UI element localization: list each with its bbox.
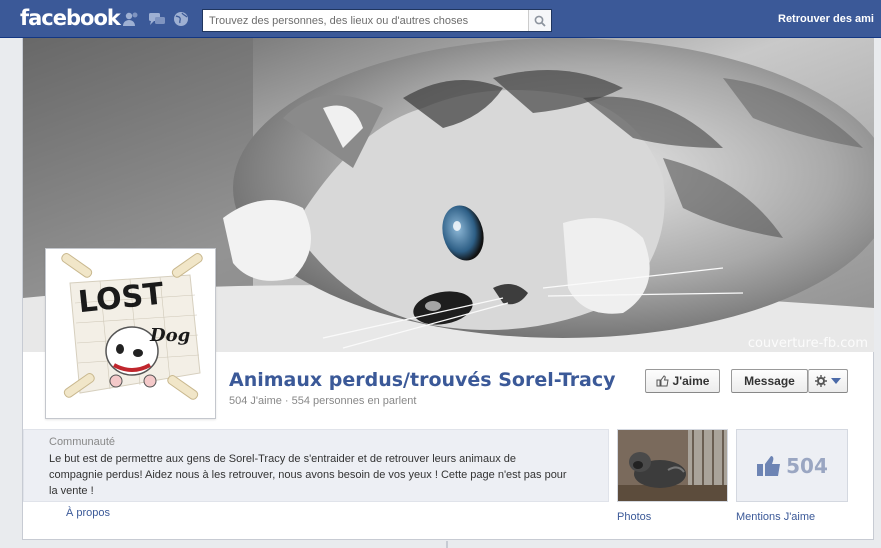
messages-icon[interactable] [148, 11, 166, 27]
likes-tile[interactable]: 504 [736, 429, 848, 502]
facebook-logo[interactable]: facebook [20, 6, 121, 30]
timeline-divider [446, 541, 448, 548]
search-button[interactable] [528, 10, 551, 31]
page-category: Communauté [49, 436, 116, 448]
notifications-globe-icon[interactable] [172, 11, 190, 27]
gear-icon [815, 375, 827, 387]
find-friends-link[interactable]: Retrouver des ami [778, 13, 874, 25]
like-button[interactable]: J'aime [645, 369, 720, 393]
page-stats: 504 J'aime · 554 personnes en parlent [229, 395, 417, 407]
logo-text-dog: Dog [149, 325, 190, 346]
page-description: Le but est de permettre aux gens de Sore… [49, 453, 567, 497]
photos-link[interactable]: Photos [617, 511, 651, 523]
like-button-label: J'aime [672, 374, 710, 388]
search-icon [534, 15, 546, 27]
about-link[interactable]: À propos [66, 507, 110, 519]
photos-tile[interactable] [617, 429, 728, 502]
photos-thumbnail [618, 430, 727, 501]
top-bar: facebook Retrouver des ami [0, 0, 881, 38]
lost-dog-logo: LOST Dog [50, 253, 211, 414]
message-button[interactable]: Message [731, 369, 808, 393]
profile-picture[interactable]: LOST Dog [45, 248, 216, 419]
page-timeline: couverture-fb.com LOST Dog Animaux perdu… [22, 38, 874, 540]
likes-link[interactable]: Mentions J'aime [736, 511, 815, 523]
search-box [202, 9, 552, 32]
message-button-label: Message [744, 374, 795, 388]
settings-dropdown-button[interactable] [808, 369, 848, 393]
thumbs-up-icon [656, 375, 669, 387]
chevron-down-icon [831, 378, 841, 384]
cover-credit: couverture-fb.com [747, 336, 868, 351]
page-title: Animaux perdus/trouvés Sorel-Tracy [229, 369, 616, 391]
likes-count: 504 [786, 453, 828, 478]
thumbs-up-icon [757, 455, 781, 476]
friend-requests-icon[interactable] [122, 11, 140, 27]
search-input[interactable] [203, 10, 528, 31]
